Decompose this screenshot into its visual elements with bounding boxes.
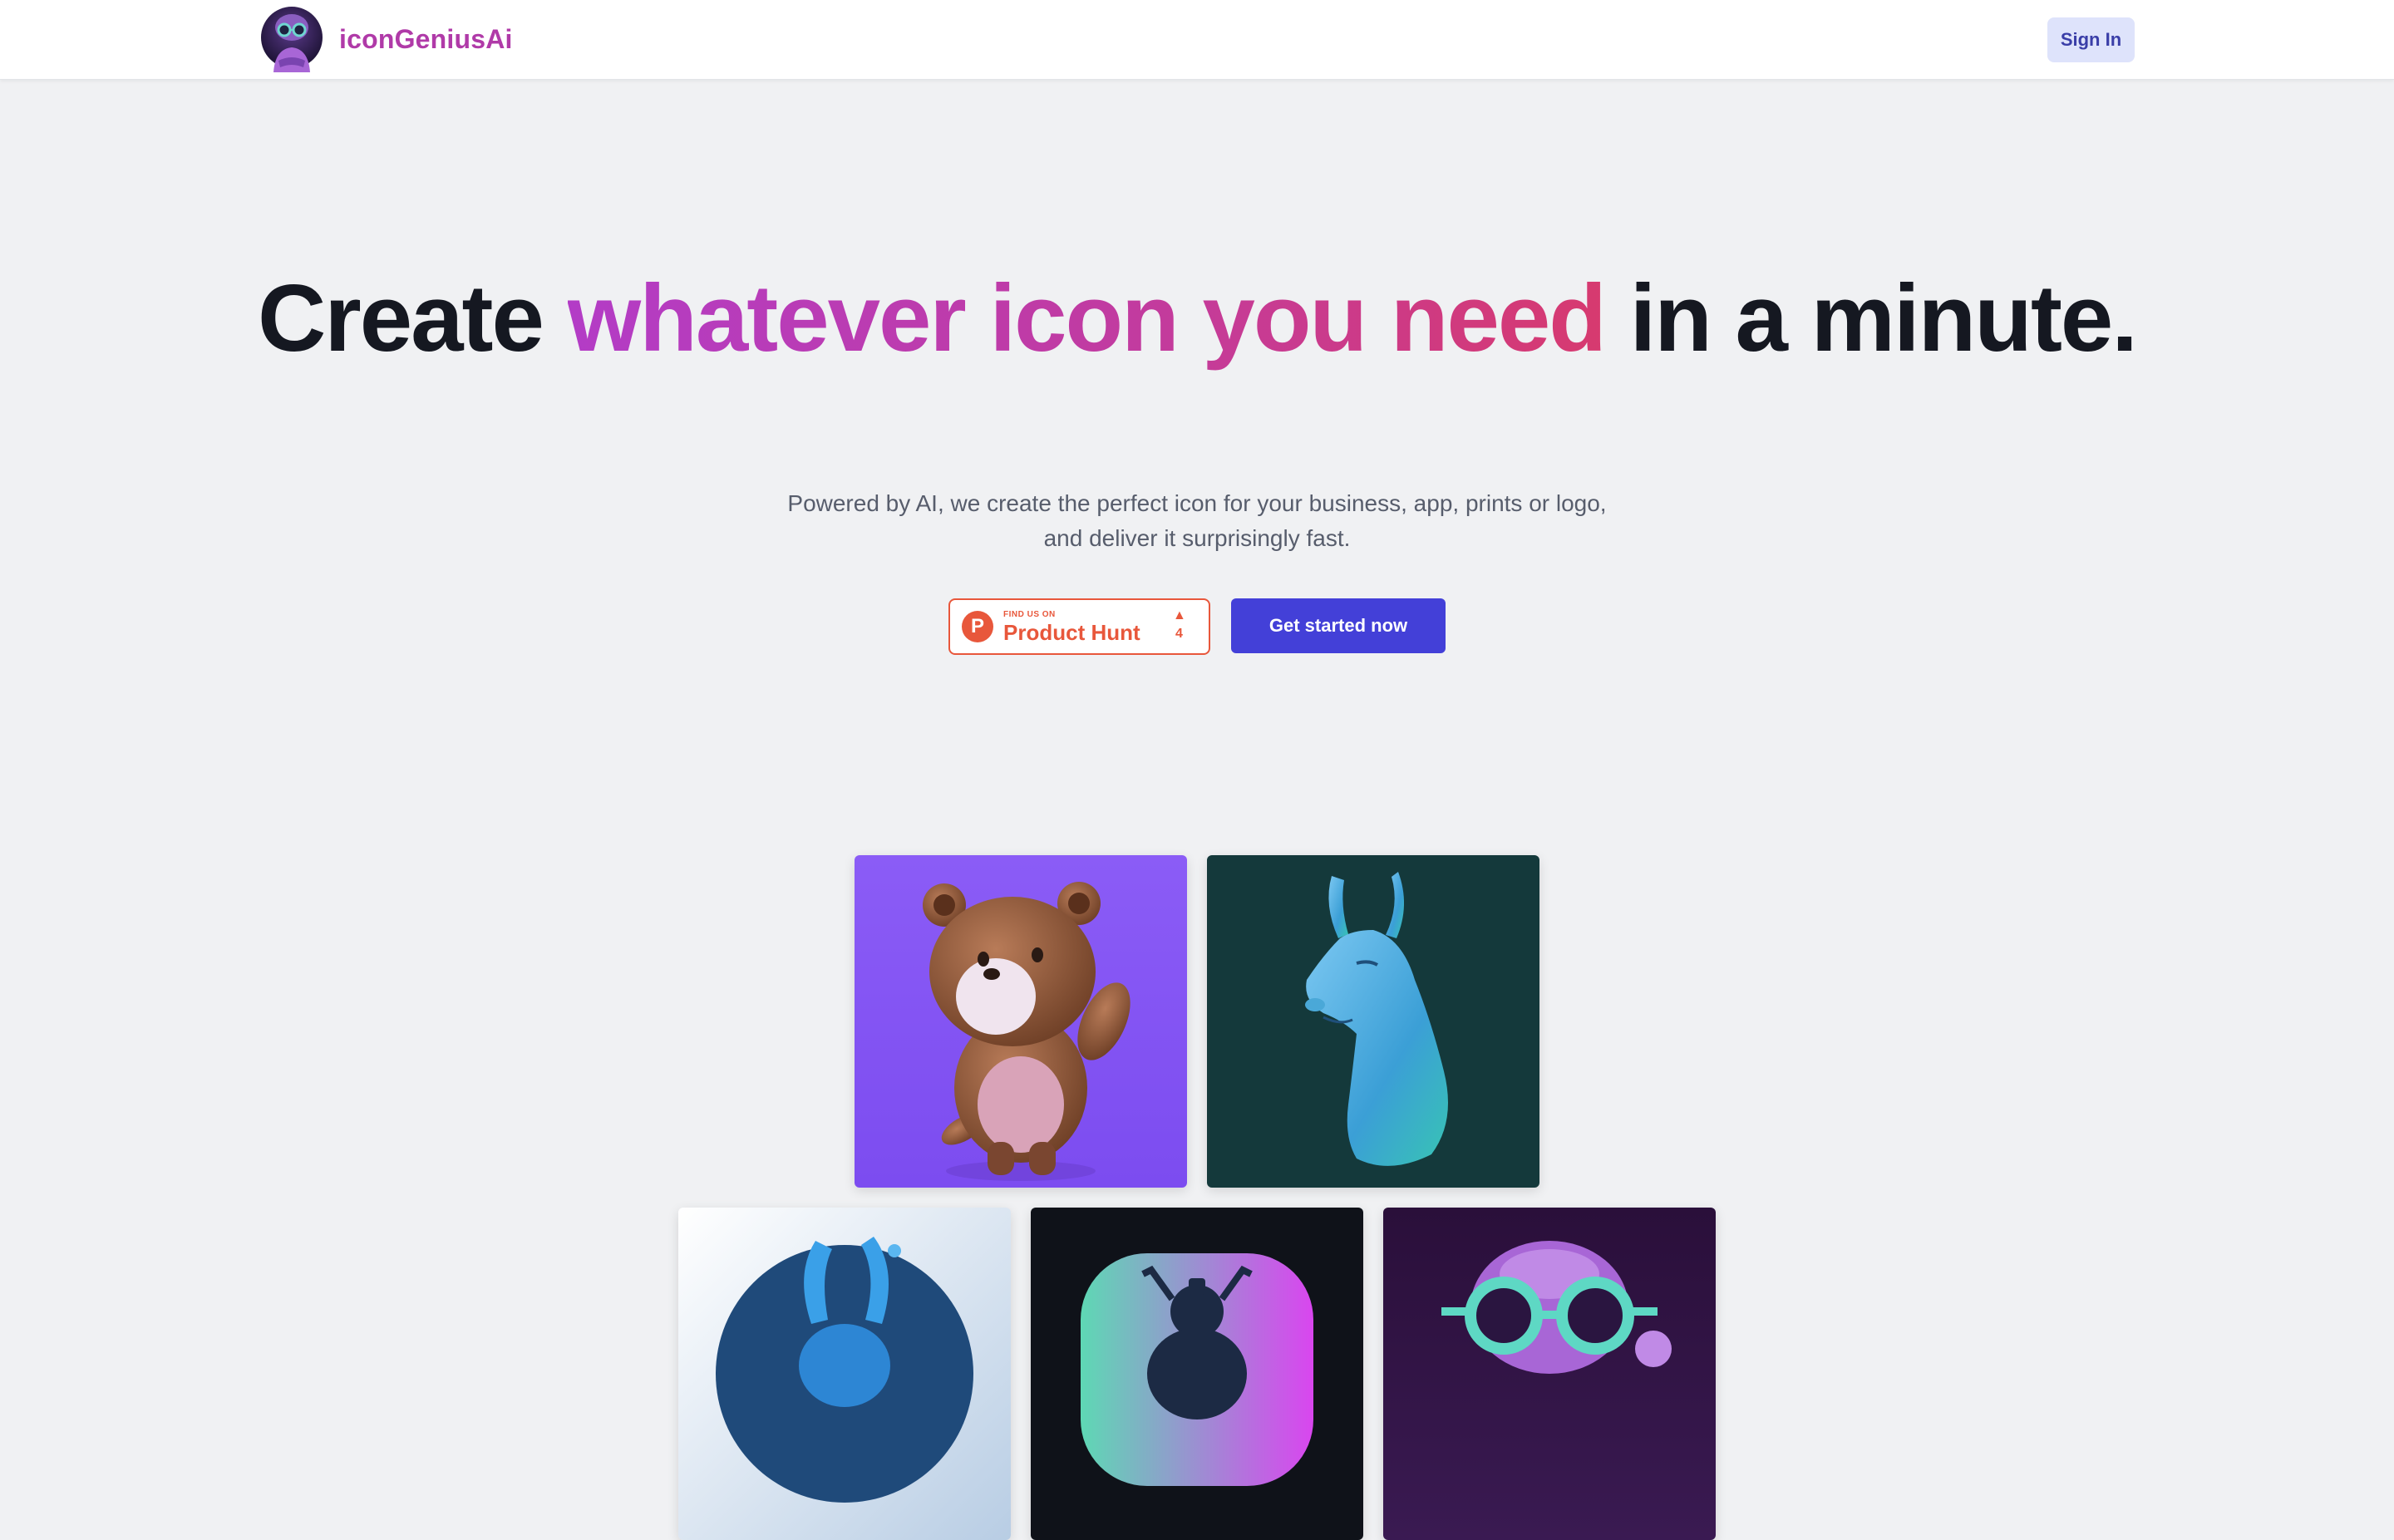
top-navbar: iconGeniusAi Sign In [0, 0, 2394, 80]
hero-title-part2: in a minute. [1604, 266, 2138, 371]
hero-title-highlight: whatever icon you need [567, 266, 1607, 371]
beetle-icon [1031, 1208, 1363, 1540]
hero-title-part1: Create [258, 266, 568, 371]
robot-mascot-icon[interactable] [260, 6, 323, 74]
sign-in-button[interactable]: Sign In [2047, 17, 2135, 62]
product-hunt-small-text: FIND US ON [1003, 610, 1056, 619]
robot-glasses-icon [1383, 1208, 1716, 1540]
product-hunt-title: Product Hunt [1003, 620, 1140, 645]
app-name[interactable]: iconGeniusAi [339, 24, 513, 55]
upvote-count: 4 [1175, 627, 1183, 641]
product-hunt-logo-icon: P [962, 611, 993, 642]
hero-title: Create whatever icon you need in a minut… [0, 272, 2394, 367]
product-hunt-badge[interactable]: P FIND US ON Product Hunt ▲ 4 [948, 598, 1210, 655]
get-started-button[interactable]: Get started now [1231, 598, 1446, 653]
upvote-arrow-icon: ▲ [1173, 608, 1186, 622]
llama-icon [1207, 855, 1539, 1188]
hero-subtitle: Powered by AI, we create the perfect ico… [787, 490, 1607, 551]
rabbit-icon [678, 1208, 1011, 1540]
bear-icon [855, 855, 1187, 1188]
